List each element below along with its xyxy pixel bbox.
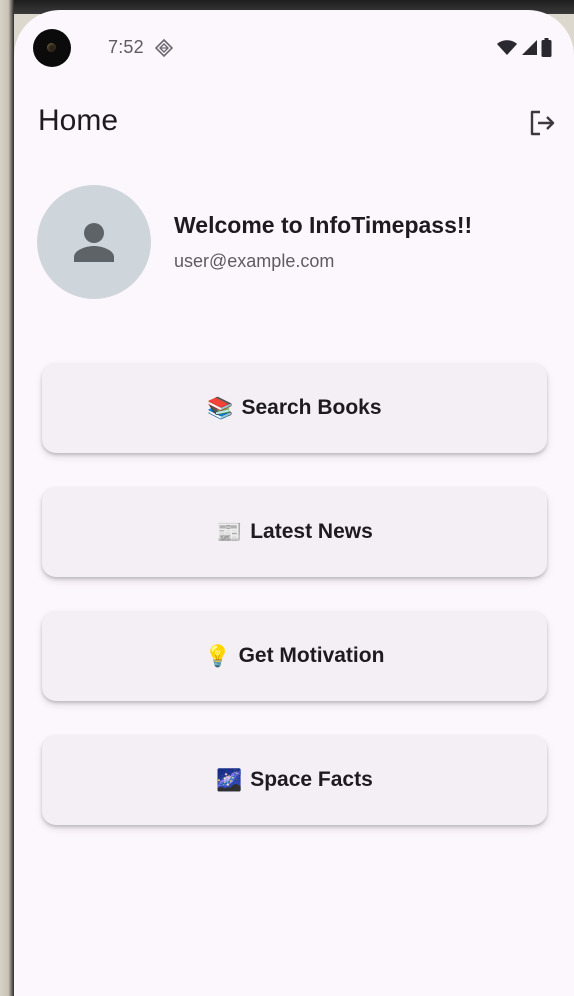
search-books-label: Search Books — [241, 396, 382, 419]
space-facts-label: Space Facts — [250, 768, 373, 791]
wifi-icon — [497, 39, 517, 55]
status-icons — [496, 38, 552, 57]
battery-icon — [541, 38, 552, 57]
phone-screen: 7:52 Home Welcome to InfoTimepass!! user… — [14, 10, 574, 996]
logout-button[interactable] — [526, 107, 558, 139]
latest-news-button[interactable]: 📰 Latest News — [42, 487, 547, 577]
cell-signal-icon — [522, 40, 537, 55]
diamond-icon — [155, 39, 173, 57]
logout-icon — [530, 110, 555, 136]
get-motivation-button[interactable]: 💡 Get Motivation — [42, 611, 547, 701]
books-icon: 📚 — [207, 396, 234, 420]
page-title: Home — [38, 104, 119, 137]
welcome-heading: Welcome to InfoTimepass!! — [174, 212, 473, 238]
galaxy-icon: 🌌 — [216, 768, 243, 792]
lightbulb-icon: 💡 — [204, 644, 231, 668]
device-frame: 7:52 Home Welcome to InfoTimepass!! user… — [0, 0, 574, 996]
avatar — [37, 185, 151, 299]
front-camera — [33, 29, 71, 67]
device-frame-left — [0, 0, 14, 996]
user-email: user@example.com — [174, 251, 335, 271]
get-motivation-label: Get Motivation — [238, 644, 385, 667]
latest-news-label: Latest News — [250, 520, 373, 543]
person-icon — [74, 223, 114, 262]
search-books-button[interactable]: 📚 Search Books — [42, 363, 547, 453]
space-facts-button[interactable]: 🌌 Space Facts — [42, 735, 547, 825]
newspaper-icon: 📰 — [216, 520, 243, 544]
status-time: 7:52 — [108, 37, 144, 57]
